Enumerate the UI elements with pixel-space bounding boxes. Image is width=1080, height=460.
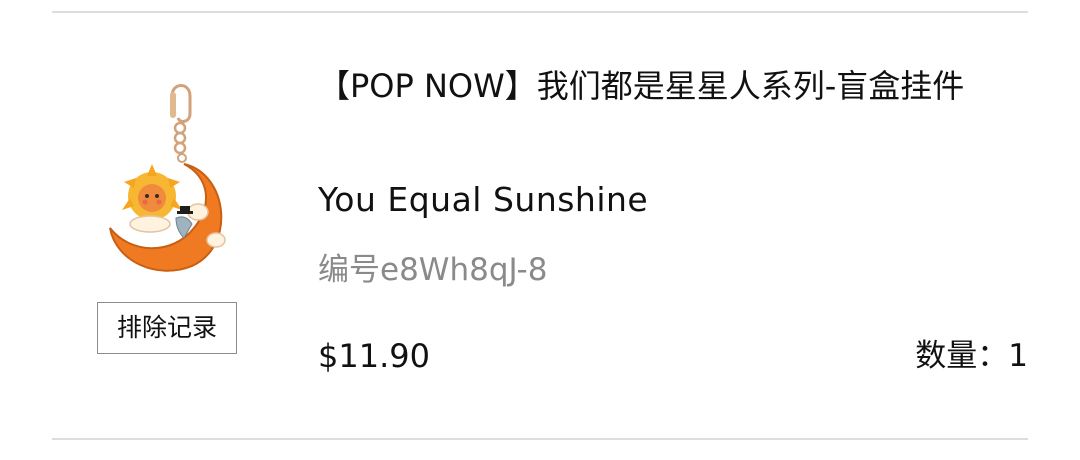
product-quantity: 数量：1	[915, 334, 1028, 378]
product-sku: 编号e8Wh8qJ-8	[318, 252, 548, 288]
top-divider	[52, 11, 1028, 13]
quantity-value: 1	[1008, 338, 1028, 374]
bottom-divider	[52, 438, 1028, 440]
product-variant: You Equal Sunshine	[318, 180, 649, 219]
product-title[interactable]: 【POP NOW】我们都是星星人系列-盲盒挂件	[318, 62, 1018, 110]
moon-sun-keychain-icon	[109, 84, 226, 272]
product-image[interactable]	[100, 78, 232, 282]
quantity-label: 数量：	[915, 338, 1009, 374]
product-price: $11.90	[318, 337, 430, 375]
exclude-record-button[interactable]: 排除记录	[97, 302, 237, 354]
